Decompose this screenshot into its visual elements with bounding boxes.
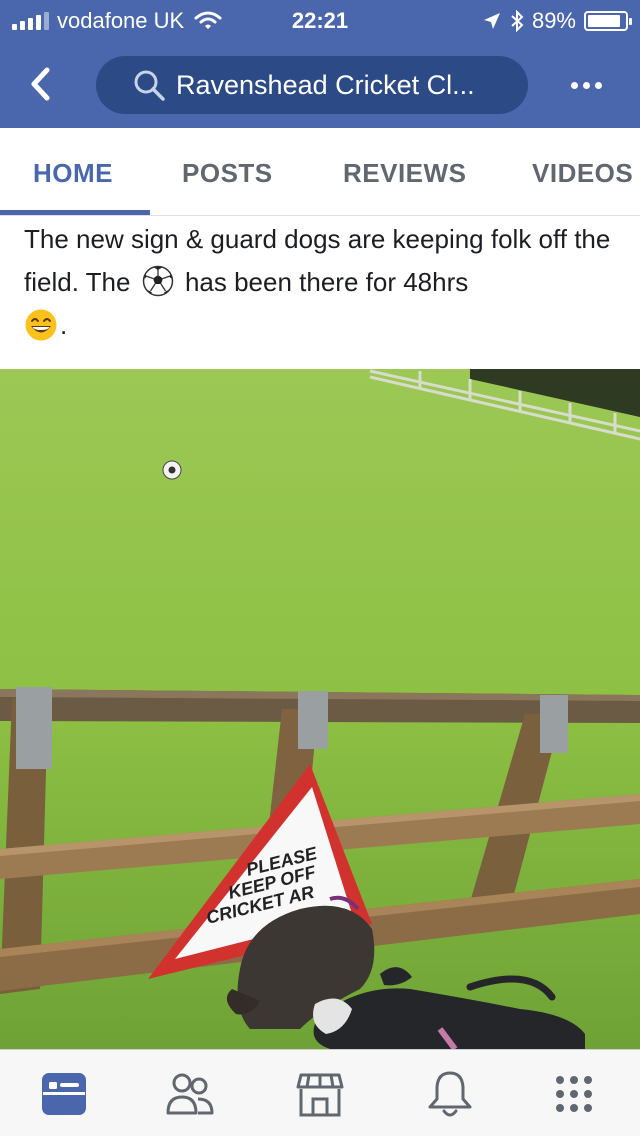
post-text-part3: . — [60, 310, 68, 340]
menu-grid-icon — [556, 1076, 592, 1112]
notifications-bell-icon — [428, 1071, 472, 1117]
news-feed-icon — [42, 1073, 86, 1115]
soccer-ball-emoji — [142, 265, 173, 297]
battery-percent: 89% — [531, 8, 576, 33]
football-in-field — [162, 460, 182, 480]
search-icon — [134, 70, 165, 101]
marketplace-icon — [296, 1073, 344, 1117]
battery-icon — [584, 11, 632, 31]
post-text: The new sign & guard dogs are keeping fo… — [24, 218, 624, 347]
tab-marketplace[interactable] — [292, 1066, 348, 1122]
tab-friends[interactable] — [162, 1066, 218, 1122]
battery-level-fill — [588, 15, 621, 27]
grinning-face-emoji — [25, 309, 57, 341]
app-header: vodafone UK 22:21 89% Ravenshead Cricket… — [0, 0, 640, 128]
more-dots-icon — [570, 81, 578, 89]
active-tab-indicator — [0, 210, 150, 215]
page-tabs: HOME POSTS REVIEWS VIDEOS — [0, 128, 640, 216]
back-button[interactable] — [22, 62, 58, 106]
tab-videos[interactable]: VIDEOS — [532, 158, 633, 189]
tab-news-feed[interactable] — [36, 1066, 92, 1122]
bottom-tab-bar — [0, 1049, 640, 1136]
page-search-bar[interactable]: Ravenshead Cricket Cl... — [96, 56, 528, 114]
more-options-button[interactable] — [562, 70, 610, 100]
more-dot — [594, 81, 602, 89]
tab-reviews[interactable]: REVIEWS — [343, 158, 466, 189]
more-dot — [582, 81, 590, 89]
post-photo[interactable]: PLEASE KEEP OFF CRICKET AR — [0, 369, 640, 1049]
tab-posts[interactable]: POSTS — [182, 158, 273, 189]
page-title: Ravenshead Cricket Cl... — [176, 69, 475, 100]
tab-menu[interactable] — [546, 1066, 602, 1122]
status-bar: vodafone UK 22:21 89% — [0, 0, 640, 40]
friends-icon — [166, 1073, 214, 1115]
bluetooth-icon — [511, 10, 524, 32]
tab-notifications[interactable] — [422, 1066, 478, 1122]
post-text-part2: has been there for 48hrs — [184, 267, 469, 297]
tab-home[interactable]: HOME — [33, 158, 113, 189]
location-arrow-icon — [483, 13, 500, 29]
chevron-left-icon — [31, 67, 50, 101]
